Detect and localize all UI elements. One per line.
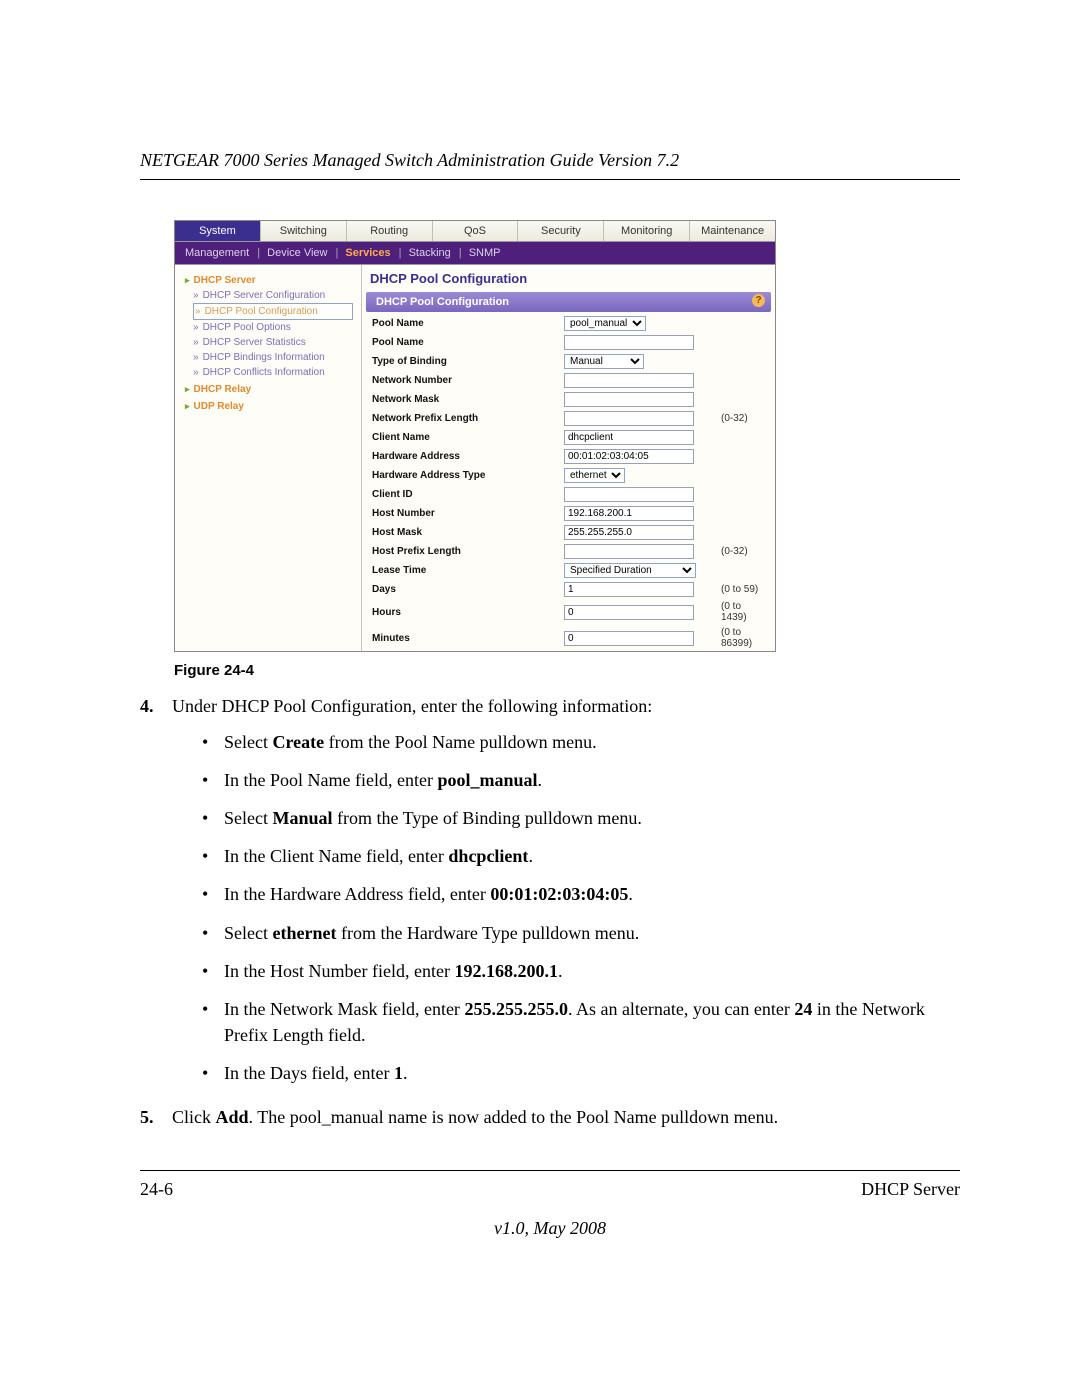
main-panel: DHCP Pool Configuration DHCP Pool Config…	[362, 265, 775, 651]
help-icon[interactable]: ?	[752, 294, 765, 307]
sidebar-item[interactable]: DHCP Pool Options	[193, 320, 353, 335]
subnav-services[interactable]: Services	[345, 247, 390, 259]
field-hint: (0-32)	[715, 542, 771, 561]
field-hint: (0 to 59)	[715, 580, 771, 599]
footer-section: DHCP Server	[861, 1179, 960, 1200]
field-label: Network Prefix Length	[366, 409, 558, 428]
sidebar-section-udp-relay[interactable]: UDP Relay	[185, 399, 353, 414]
field-label: Network Number	[366, 371, 558, 390]
section-header-label: DHCP Pool Configuration	[376, 296, 509, 308]
bullet-item: In the Pool Name field, enter pool_manua…	[202, 767, 960, 793]
field-label: Pool Name	[366, 314, 558, 333]
binding-type-select[interactable]: Manual	[564, 354, 644, 369]
primary-tabs: System Switching Routing QoS Security Mo…	[175, 221, 775, 242]
lease-time-select[interactable]: Specified Duration	[564, 563, 696, 578]
field-label: Network Mask	[366, 390, 558, 409]
config-form: Pool Name pool_manual Pool Name Type of B…	[366, 314, 771, 651]
field-label: Host Number	[366, 504, 558, 523]
sidebar-section-dhcp-relay[interactable]: DHCP Relay	[185, 382, 353, 397]
days-input[interactable]	[564, 582, 694, 597]
field-label: Lease Time	[366, 561, 558, 580]
tab-switching[interactable]: Switching	[261, 221, 347, 241]
page-header: NETGEAR 7000 Series Managed Switch Admin…	[140, 150, 960, 180]
tab-system[interactable]: System	[175, 221, 261, 241]
bullet-item: Select Create from the Pool Name pulldow…	[202, 729, 960, 755]
field-label: Hardware Address	[366, 447, 558, 466]
tab-maintenance[interactable]: Maintenance	[690, 221, 775, 241]
bullet-item: In the Days field, enter 1.	[202, 1060, 960, 1086]
figure-caption: Figure 24-4	[174, 662, 960, 679]
pool-name-input[interactable]	[564, 335, 694, 350]
hardware-address-input[interactable]	[564, 449, 694, 464]
sidebar-item[interactable]: DHCP Conflicts Information	[193, 365, 353, 380]
tab-monitoring[interactable]: Monitoring	[604, 221, 690, 241]
network-mask-input[interactable]	[564, 392, 694, 407]
bullet-item: In the Network Mask field, enter 255.255…	[202, 996, 960, 1048]
step-number: 5.	[140, 1104, 172, 1130]
minutes-input[interactable]	[564, 631, 694, 646]
step-text: Click Add. The pool_manual name is now a…	[172, 1104, 960, 1130]
hardware-type-select[interactable]: ethernet	[564, 468, 625, 483]
field-label: Client ID	[366, 485, 558, 504]
footer-page-number: 24-6	[140, 1179, 173, 1200]
pool-name-select[interactable]: pool_manual	[564, 316, 646, 331]
bullet-list: Select Create from the Pool Name pulldow…	[172, 729, 960, 1086]
host-number-input[interactable]	[564, 506, 694, 521]
page-footer: 24-6 DHCP Server	[140, 1170, 960, 1200]
section-header: DHCP Pool Configuration ?	[366, 292, 771, 312]
client-name-input[interactable]	[564, 430, 694, 445]
tab-routing[interactable]: Routing	[347, 221, 433, 241]
field-label: Hardware Address Type	[366, 466, 558, 485]
bullet-item: In the Client Name field, enter dhcpclie…	[202, 843, 960, 869]
field-label: Minutes	[366, 625, 558, 651]
field-hint: (0-32)	[715, 409, 771, 428]
field-label: Type of Binding	[366, 352, 558, 371]
sidebar-item[interactable]: DHCP Bindings Information	[193, 350, 353, 365]
instruction-list: 4. Under DHCP Pool Configuration, enter …	[140, 693, 960, 1130]
sidebar-section-dhcp-server[interactable]: DHCP Server	[185, 273, 353, 288]
field-hint: (0 to 1439)	[715, 599, 771, 625]
field-label: Pool Name	[366, 333, 558, 352]
footer-version: v1.0, May 2008	[140, 1218, 960, 1239]
subnav-management[interactable]: Management	[185, 247, 249, 259]
subnav-snmp[interactable]: SNMP	[469, 247, 501, 259]
host-prefix-input[interactable]	[564, 544, 694, 559]
sidebar-item[interactable]: DHCP Pool Configuration	[193, 303, 353, 320]
field-label: Days	[366, 580, 558, 599]
subnav-device-view[interactable]: Device View	[267, 247, 327, 259]
bullet-item: Select ethernet from the Hardware Type p…	[202, 920, 960, 946]
step-number: 4.	[140, 693, 172, 1098]
host-mask-input[interactable]	[564, 525, 694, 540]
sidebar-item[interactable]: DHCP Server Configuration	[193, 288, 353, 303]
bullet-item: In the Host Number field, enter 192.168.…	[202, 958, 960, 984]
tab-security[interactable]: Security	[518, 221, 604, 241]
field-hint: (0 to 86399)	[715, 625, 771, 651]
network-number-input[interactable]	[564, 373, 694, 388]
bullet-item: Select Manual from the Type of Binding p…	[202, 805, 960, 831]
client-id-input[interactable]	[564, 487, 694, 502]
sidebar: DHCP Server DHCP Server Configuration DH…	[175, 265, 362, 651]
subnav-stacking[interactable]: Stacking	[409, 247, 451, 259]
field-label: Host Prefix Length	[366, 542, 558, 561]
network-prefix-input[interactable]	[564, 411, 694, 426]
sidebar-item[interactable]: DHCP Server Statistics	[193, 335, 353, 350]
hours-input[interactable]	[564, 605, 694, 620]
field-label: Hours	[366, 599, 558, 625]
field-label: Client Name	[366, 428, 558, 447]
tab-qos[interactable]: QoS	[433, 221, 519, 241]
bullet-item: In the Hardware Address field, enter 00:…	[202, 881, 960, 907]
field-label: Host Mask	[366, 523, 558, 542]
sub-nav: Management| Device View| Services| Stack…	[175, 242, 775, 265]
config-screenshot: System Switching Routing QoS Security Mo…	[174, 220, 776, 652]
panel-title: DHCP Pool Configuration	[370, 271, 775, 286]
step-text: Under DHCP Pool Configuration, enter the…	[172, 696, 652, 716]
